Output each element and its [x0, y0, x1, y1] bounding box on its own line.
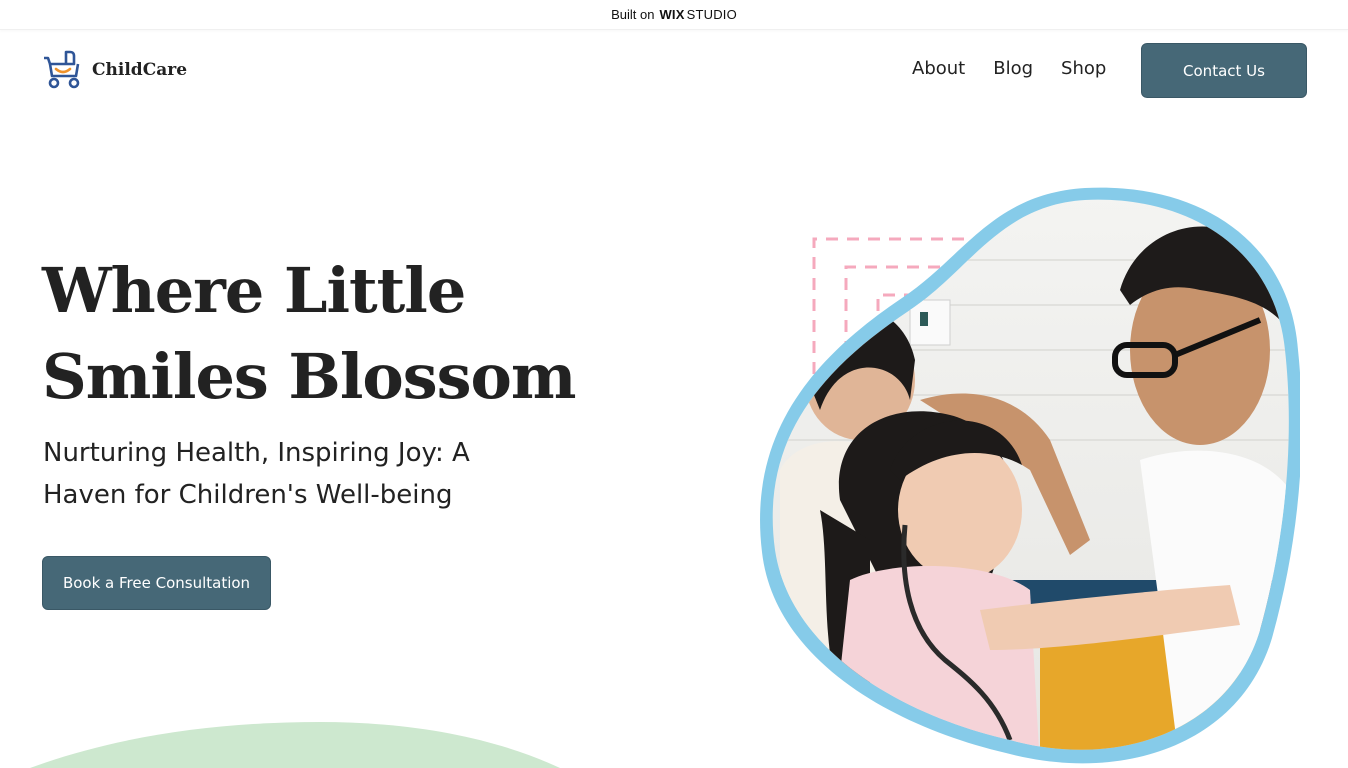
book-consultation-button[interactable]: Book a Free Consultation: [42, 556, 271, 610]
hero-title-line2: Smiles Blossom: [42, 340, 576, 413]
hero-subtitle: Nurturing Health, Inspiring Joy: A Haven…: [43, 432, 503, 516]
built-on-text: Built on: [611, 7, 655, 22]
site-header: ChildCare About Blog Shop Contact Us: [0, 30, 1348, 112]
wix-brand-bold: WIX: [659, 7, 685, 22]
hero-subtitle-line2: Haven for Children's Well-being: [43, 480, 453, 510]
decorative-green-blob: [30, 722, 560, 768]
hero-title: Where Little Smiles Blossom: [42, 248, 602, 420]
nav-shop[interactable]: Shop: [1061, 58, 1106, 79]
main-nav: About Blog Shop: [912, 58, 1134, 79]
hero-subtitle-line1: Nurturing Health, Inspiring Joy: A: [43, 438, 470, 468]
hero-title-line1: Where Little: [42, 254, 466, 327]
nav-blog[interactable]: Blog: [993, 58, 1033, 79]
contact-us-button[interactable]: Contact Us: [1141, 43, 1307, 98]
logo-link[interactable]: ChildCare: [40, 50, 187, 90]
wix-brand-light: STUDIO: [686, 7, 737, 22]
stroller-icon: [44, 50, 80, 89]
hero-photo: [760, 187, 1300, 764]
nav-about[interactable]: About: [912, 58, 965, 79]
built-on-wix-bar[interactable]: Built on WIX STUDIO: [0, 0, 1348, 30]
logo-text: ChildCare: [92, 60, 188, 80]
